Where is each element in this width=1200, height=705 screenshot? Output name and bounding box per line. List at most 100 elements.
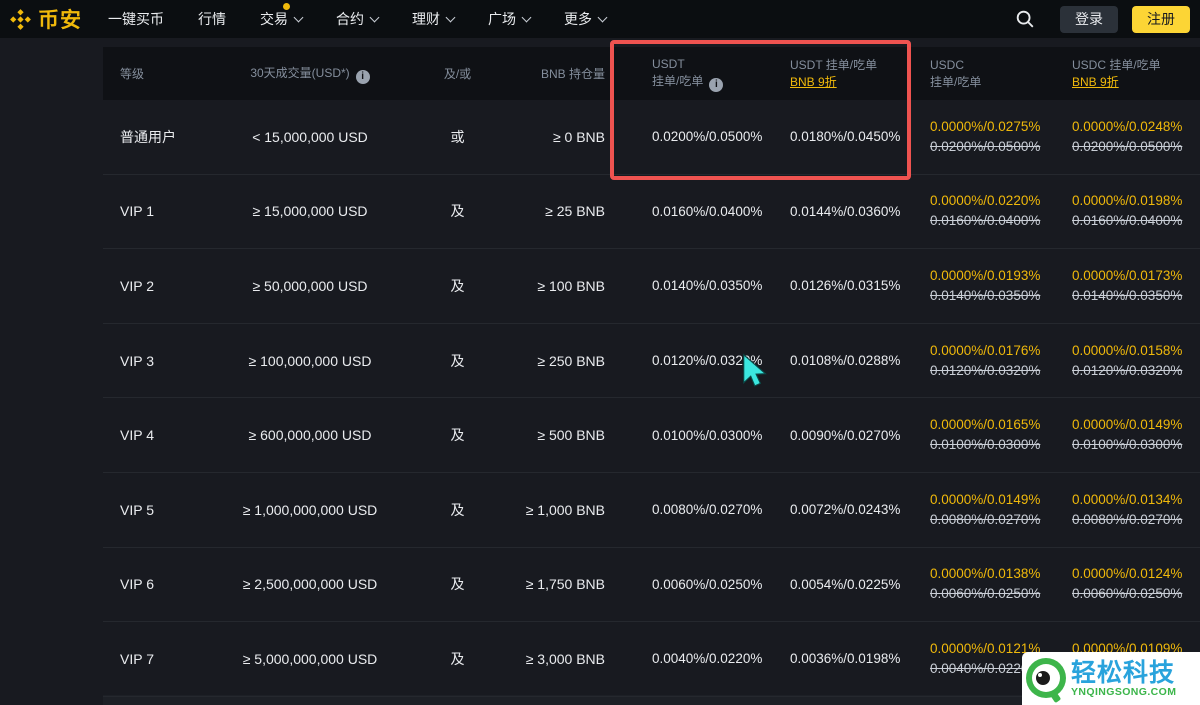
- usdc-fee-new: 0.0000%/0.0275%: [930, 118, 1041, 134]
- table-row: VIP 4 ≥ 600,000,000 USD 及 ≥ 500 BNB 0.01…: [103, 398, 1200, 473]
- usdt-bnb-fee-cell: 0.0108%/0.0288%: [790, 353, 901, 369]
- header-and-or: 及/或: [443, 67, 472, 81]
- info-icon[interactable]: [709, 77, 724, 92]
- header-usdc-fees: USDC 挂单/吃单: [930, 57, 1072, 91]
- nav-label: 更多: [564, 11, 592, 27]
- chevron-down-icon: [445, 12, 456, 22]
- usdt-fee-cell: 0.0200%/0.0500%: [652, 129, 763, 145]
- binance-logo[interactable]: 币安: [8, 4, 82, 34]
- nav-label: 广场: [488, 11, 516, 27]
- level-cell: 普通用户: [120, 128, 176, 145]
- usdc-fee-cell: 0.0000%/0.0165% 0.0100%/0.0300%: [930, 415, 1072, 455]
- header-volume: 30天成交量(USD*): [215, 64, 405, 84]
- bnb-holding-cell: ≥ 0 BNB: [552, 128, 605, 145]
- usdc-bnb-fee-cell: 0.0000%/0.0158% 0.0120%/0.0320%: [1072, 341, 1200, 381]
- usdc-bnb-fee-old: 0.0200%/0.0500%: [1072, 138, 1183, 154]
- usdt-fee-cell: 0.0100%/0.0300%: [652, 427, 763, 443]
- chevron-down-icon: [521, 12, 532, 22]
- usdc-bnb-fee-new: 0.0000%/0.0134%: [1072, 491, 1183, 507]
- usdt-bnb-fee-cell: 0.0054%/0.0225%: [790, 576, 901, 592]
- nav-item-markets[interactable]: 行情: [198, 9, 226, 29]
- info-icon[interactable]: [355, 69, 370, 84]
- level-cell: VIP 2: [120, 277, 154, 294]
- nav-item-more[interactable]: 更多: [564, 9, 608, 29]
- header-volume-label: 30天成交量(USD*): [250, 65, 350, 80]
- and-or-cell: 及: [450, 501, 465, 518]
- login-button[interactable]: 登录: [1060, 5, 1118, 33]
- level-cell: VIP 4: [120, 427, 154, 444]
- register-button[interactable]: 注册: [1132, 5, 1190, 33]
- usdc-fee-old: 0.0080%/0.0270%: [930, 511, 1041, 527]
- header-usdt-line2: 挂单/吃单: [652, 73, 704, 88]
- and-or-cell: 及: [450, 650, 465, 667]
- header-usdc-bnb-line1: USDC 挂单/吃单: [1072, 57, 1161, 72]
- search-icon[interactable]: [1012, 6, 1038, 32]
- nav-item-trade[interactable]: 交易: [260, 3, 304, 29]
- usdc-fee-cell: 0.0000%/0.0149% 0.0080%/0.0270%: [930, 490, 1072, 530]
- watermark-domain: YNQINGSONG.COM: [1071, 685, 1177, 698]
- bnb-holding-cell: ≥ 250 BNB: [537, 352, 605, 369]
- usdt-bnb-fee-cell: 0.0072%/0.0243%: [790, 502, 901, 518]
- top-navbar: 币安 一键买币 行情 交易 合约 理财 广场 更多 登录 注册: [0, 0, 1200, 38]
- usdc-bnb-fee-cell: 0.0000%/0.0248% 0.0200%/0.0500%: [1072, 117, 1200, 157]
- table-row: VIP 6 ≥ 2,500,000,000 USD 及 ≥ 1,750 BNB …: [103, 548, 1200, 623]
- volume-cell: ≥ 1,000,000,000 USD: [242, 501, 378, 518]
- usdc-bnb-fee-new: 0.0000%/0.0173%: [1072, 267, 1183, 283]
- table-row: VIP 5 ≥ 1,000,000,000 USD 及 ≥ 1,000 BNB …: [103, 473, 1200, 548]
- bnb-holding-cell: ≥ 3,000 BNB: [525, 650, 605, 667]
- usdc-fee-old: 0.0100%/0.0300%: [930, 437, 1041, 453]
- volume-cell: ≥ 50,000,000 USD: [252, 277, 368, 294]
- usdt-bnb-fee-cell: 0.0126%/0.0315%: [790, 278, 901, 294]
- fee-tier-table: 等级 30天成交量(USD*) 及/或 BNB 持仓量 USDT 挂单/吃单 U…: [103, 47, 1200, 697]
- volume-cell: ≥ 600,000,000 USD: [248, 427, 372, 444]
- usdc-fee-cell: 0.0000%/0.0176% 0.0120%/0.0320%: [930, 341, 1072, 381]
- usdt-fee-cell: 0.0080%/0.0270%: [652, 502, 763, 518]
- usdt-bnb-fee-cell: 0.0036%/0.0198%: [790, 651, 901, 667]
- logo-text: 币安: [38, 9, 82, 32]
- usdc-bnb-fee-old: 0.0160%/0.0400%: [1072, 213, 1183, 229]
- and-or-cell: 或: [450, 128, 465, 145]
- and-or-cell: 及: [450, 427, 465, 444]
- header-usdc-line1: USDC: [930, 57, 965, 72]
- table-row: VIP 2 ≥ 50,000,000 USD 及 ≥ 100 BNB 0.014…: [103, 249, 1200, 324]
- watermark: 轻松科技 YNQINGSONG.COM: [1022, 652, 1200, 705]
- level-cell: VIP 1: [120, 203, 154, 220]
- chevron-down-icon: [597, 12, 608, 22]
- notification-dot: [283, 3, 290, 10]
- usdc-fee-new: 0.0000%/0.0193%: [930, 267, 1041, 283]
- bnb-discount-link[interactable]: BNB 9折: [790, 75, 837, 89]
- header-usdt-line1: USDT: [652, 56, 685, 71]
- usdc-fee-old: 0.0160%/0.0400%: [930, 213, 1041, 229]
- usdc-bnb-fee-old: 0.0120%/0.0320%: [1072, 362, 1183, 378]
- usdc-bnb-fee-cell: 0.0000%/0.0173% 0.0140%/0.0350%: [1072, 266, 1200, 306]
- nav-item-earn[interactable]: 理财: [412, 9, 456, 29]
- header-usdt-fees: USDT 挂单/吃单: [607, 56, 790, 92]
- chevron-down-icon: [369, 12, 380, 22]
- usdc-fee-old: 0.0120%/0.0320%: [930, 362, 1041, 378]
- usdc-fee-new: 0.0000%/0.0176%: [930, 342, 1041, 358]
- volume-cell: ≥ 15,000,000 USD: [252, 203, 368, 220]
- nav-menu: 一键买币 行情 交易 合约 理财 广场 更多: [108, 3, 608, 29]
- nav-item-square[interactable]: 广场: [488, 9, 532, 29]
- usdc-fee-new: 0.0000%/0.0149%: [930, 491, 1041, 507]
- bnb-holding-cell: ≥ 100 BNB: [537, 277, 605, 294]
- usdc-bnb-fee-new: 0.0000%/0.0158%: [1072, 342, 1183, 358]
- usdt-bnb-fee-cell: 0.0144%/0.0360%: [790, 203, 901, 219]
- nav-item-buy-crypto[interactable]: 一键买币: [108, 9, 164, 29]
- usdc-fee-new: 0.0000%/0.0138%: [930, 566, 1041, 582]
- usdc-fee-old: 0.0060%/0.0250%: [930, 586, 1041, 602]
- nav-label: 理财: [412, 11, 440, 27]
- nav-label: 一键买币: [108, 11, 164, 27]
- usdc-bnb-fee-cell: 0.0000%/0.0149% 0.0100%/0.0300%: [1072, 415, 1200, 455]
- usdc-fee-cell: 0.0000%/0.0138% 0.0060%/0.0250%: [930, 564, 1072, 604]
- nav-item-futures[interactable]: 合约: [336, 9, 380, 29]
- header-usdt-bnb-fees: USDT 挂单/吃单 BNB 9折: [790, 57, 930, 91]
- and-or-cell: 及: [450, 277, 465, 294]
- usdc-bnb-fee-old: 0.0060%/0.0250%: [1072, 586, 1183, 602]
- bnb-discount-link[interactable]: BNB 9折: [1072, 75, 1119, 89]
- volume-cell: ≥ 100,000,000 USD: [248, 352, 372, 369]
- bnb-holding-cell: ≥ 25 BNB: [545, 203, 605, 220]
- table-body: 普通用户 < 15,000,000 USD 或 ≥ 0 BNB 0.0200%/…: [103, 100, 1200, 697]
- and-or-cell: 及: [450, 352, 465, 369]
- usdc-fee-new: 0.0000%/0.0165%: [930, 417, 1041, 433]
